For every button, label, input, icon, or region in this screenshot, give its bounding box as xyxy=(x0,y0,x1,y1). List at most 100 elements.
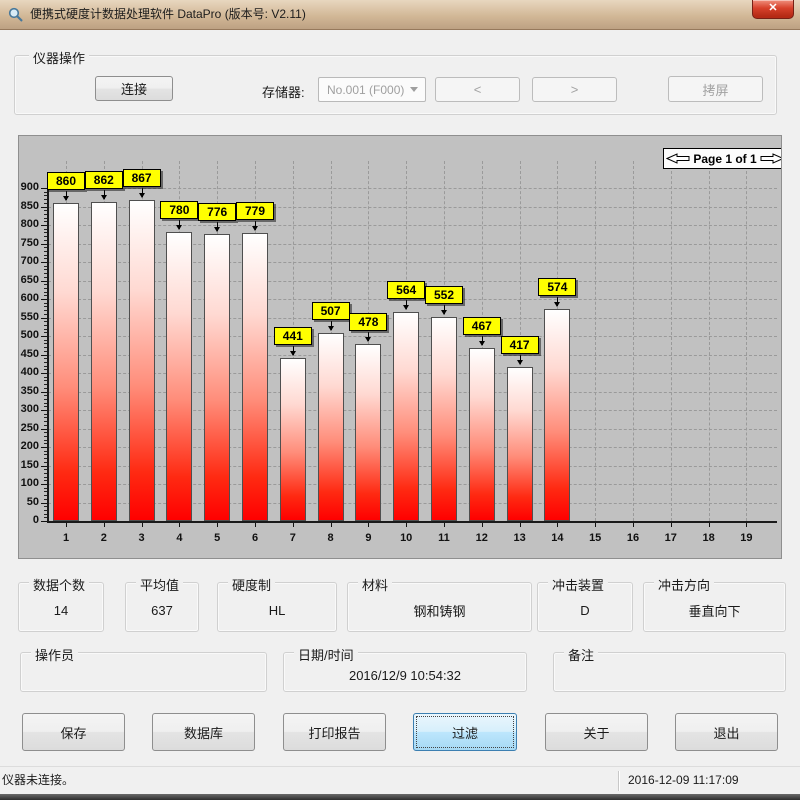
window-title: 便携式硬度计数据处理软件 DataPro (版本号: V2.11) xyxy=(30,0,306,30)
y-axis-label: 0 xyxy=(19,514,39,526)
x-axis-line xyxy=(47,521,777,523)
y-axis-line xyxy=(47,172,49,523)
x-axis-label: 17 xyxy=(656,532,686,544)
x-tick xyxy=(671,523,672,527)
field-datetime: 日期/时间 2016/12/9 10:54:32 xyxy=(283,652,527,692)
next-page-icon[interactable] xyxy=(760,153,782,164)
x-tick xyxy=(104,523,105,527)
field-material: 材料 钢和铸钢 xyxy=(347,582,532,632)
x-axis-label: 18 xyxy=(694,532,724,544)
bar-label-arrow-icon xyxy=(365,337,371,345)
y-axis-label: 150 xyxy=(19,459,39,471)
bar-label-arrow-icon xyxy=(139,193,145,201)
page-navigator: Page 1 of 1 xyxy=(663,148,782,169)
screenshot-button[interactable]: 拷屏 xyxy=(668,76,763,102)
bar-label-arrow-icon xyxy=(554,302,560,310)
bar-label-arrow-icon xyxy=(176,225,182,233)
x-axis-label: 6 xyxy=(240,532,270,544)
field-operator: 操作员 xyxy=(20,652,267,692)
y-axis-label: 800 xyxy=(19,218,39,230)
bar xyxy=(469,348,495,521)
chevron-down-icon xyxy=(410,87,418,96)
field-value: 钢和铸钢 xyxy=(348,589,531,631)
bar-value-label: 867 xyxy=(123,169,161,187)
y-axis-label: 350 xyxy=(19,385,39,397)
bar-value-label: 862 xyxy=(85,171,123,189)
group-label: 仪器操作 xyxy=(29,48,89,67)
database-button[interactable]: 数据库 xyxy=(152,713,255,751)
y-axis-label: 900 xyxy=(19,181,39,193)
x-tick xyxy=(331,523,332,527)
bar xyxy=(431,317,457,521)
window: { "window": { "title": "便携式硬度计数据处理软件 Dat… xyxy=(0,0,800,800)
y-axis-label: 750 xyxy=(19,237,39,249)
bar-value-label: 478 xyxy=(349,313,387,331)
x-tick xyxy=(66,523,67,527)
gridline-h xyxy=(48,244,777,245)
x-axis-label: 19 xyxy=(731,532,761,544)
bar-value-label: 860 xyxy=(47,172,85,190)
x-tick xyxy=(293,523,294,527)
bar-label-arrow-icon xyxy=(441,310,447,318)
bar xyxy=(204,234,230,521)
bar-label-arrow-icon xyxy=(479,341,485,349)
bar xyxy=(393,312,419,521)
filter-button[interactable]: 过滤 xyxy=(413,713,517,751)
field-data-count: 数据个数 14 xyxy=(18,582,104,632)
field-remarks: 备注 xyxy=(553,652,786,692)
bar-value-label: 467 xyxy=(463,317,501,335)
x-axis-label: 16 xyxy=(618,532,648,544)
y-axis-label: 250 xyxy=(19,422,39,434)
gridline-v xyxy=(746,161,747,521)
pager-label: Page 1 of 1 xyxy=(693,152,756,166)
y-axis-label: 50 xyxy=(19,496,39,508)
y-axis-label: 550 xyxy=(19,311,39,323)
field-impact-direction: 冲击方向 垂直向下 xyxy=(643,582,786,632)
x-axis-label: 13 xyxy=(505,532,535,544)
storage-select[interactable]: No.001 (F000) xyxy=(318,77,426,102)
bar-label-arrow-icon xyxy=(517,360,523,368)
bar xyxy=(242,233,268,521)
print-report-button[interactable]: 打印报告 xyxy=(283,713,386,751)
x-tick xyxy=(142,523,143,527)
about-button[interactable]: 关于 xyxy=(545,713,648,751)
prev-page-icon[interactable] xyxy=(666,153,690,164)
exit-button[interactable]: 退出 xyxy=(675,713,778,751)
bar xyxy=(544,309,570,521)
x-tick xyxy=(179,523,180,527)
x-tick xyxy=(557,523,558,527)
close-button[interactable]: ✕ xyxy=(752,0,794,19)
x-axis-label: 9 xyxy=(353,532,383,544)
x-tick xyxy=(444,523,445,527)
y-axis-label: 400 xyxy=(19,366,39,378)
title-bar: 便携式硬度计数据处理软件 DataPro (版本号: V2.11) xyxy=(0,0,800,30)
gridline-h xyxy=(48,207,777,208)
status-datetime: 2016-12-09 11:17:09 xyxy=(628,767,739,795)
x-tick xyxy=(482,523,483,527)
bar-label-arrow-icon xyxy=(63,196,69,204)
x-axis-label: 5 xyxy=(202,532,232,544)
y-axis-label: 850 xyxy=(19,200,39,212)
bar-label-arrow-icon xyxy=(252,226,258,234)
x-tick xyxy=(746,523,747,527)
bar-label-arrow-icon xyxy=(328,326,334,334)
bar-value-label: 779 xyxy=(236,202,274,220)
field-value xyxy=(21,659,266,691)
field-value: D xyxy=(538,589,632,631)
bar-value-label: 574 xyxy=(538,278,576,296)
x-tick xyxy=(406,523,407,527)
field-value: HL xyxy=(218,589,336,631)
bar-label-arrow-icon xyxy=(290,351,296,359)
bar-label-arrow-icon xyxy=(214,227,220,235)
x-axis-label: 11 xyxy=(429,532,459,544)
y-axis-label: 700 xyxy=(19,255,39,267)
save-button[interactable]: 保存 xyxy=(22,713,125,751)
bar-value-label: 776 xyxy=(198,203,236,221)
x-axis-label: 3 xyxy=(127,532,157,544)
bar-value-label: 507 xyxy=(312,302,350,320)
field-value: 垂直向下 xyxy=(644,589,785,631)
connect-button[interactable]: 连接 xyxy=(95,76,173,101)
bar xyxy=(318,333,344,521)
next-record-button[interactable]: > xyxy=(532,77,617,102)
prev-record-button[interactable]: < xyxy=(435,77,520,102)
